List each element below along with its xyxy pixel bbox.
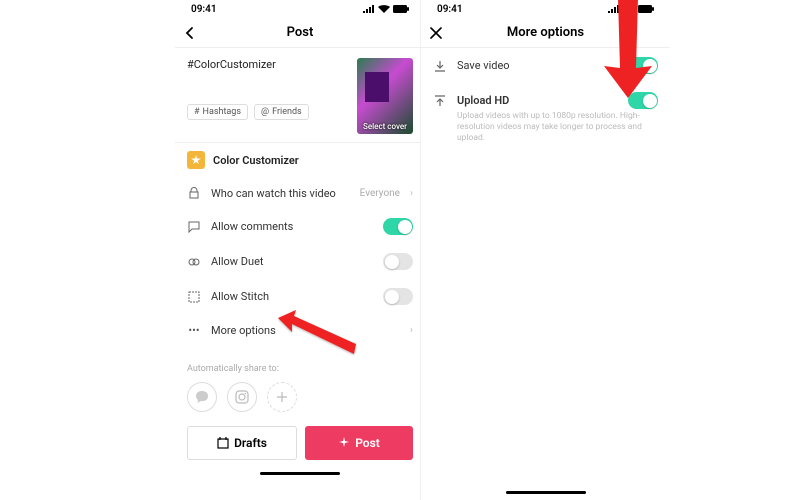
upload-icon: [433, 94, 447, 108]
comments-row: Allow comments: [175, 209, 425, 244]
effect-row[interactable]: Color Customizer: [175, 143, 425, 177]
duet-label: Allow Duet: [211, 255, 373, 268]
duet-row: Allow Duet: [175, 244, 425, 279]
battery-icon: [638, 5, 654, 13]
save-video-label: Save video: [457, 59, 618, 72]
post-screen: 09:41 Post #ColorCustomizer # Hashtags @…: [175, 0, 425, 500]
hashtags-chip[interactable]: # Hashtags: [187, 104, 248, 120]
upload-hd-row: Upload HD: [421, 83, 670, 111]
caption-input[interactable]: #ColorCustomizer: [187, 58, 349, 98]
upload-hd-toggle[interactable]: [628, 92, 658, 109]
signal-icon: [608, 5, 620, 13]
chevron-left-icon: [183, 26, 197, 40]
comments-toggle[interactable]: [383, 218, 413, 235]
effect-name: Color Customizer: [213, 154, 299, 167]
status-icons: [363, 5, 409, 13]
duet-icon: [187, 255, 201, 269]
drafts-icon: [217, 437, 229, 449]
comments-label: Allow comments: [211, 220, 373, 233]
select-cover-button[interactable]: Select cover: [357, 58, 413, 134]
more-options-row[interactable]: ••• More options ›: [175, 314, 425, 346]
upload-hd-description: Upload videos with up to 1080p resolutio…: [421, 111, 670, 152]
sparkle-icon: [338, 437, 350, 449]
privacy-value: Everyone: [360, 188, 400, 199]
share-instagram[interactable]: [227, 382, 257, 412]
signal-icon: [363, 5, 375, 13]
more-icon: •••: [187, 323, 201, 337]
duet-toggle[interactable]: [383, 253, 413, 270]
nav-bar: Post: [175, 18, 425, 48]
hashtags-chip-label: Hashtags: [203, 107, 241, 117]
share-section: Automatically share to:: [175, 346, 425, 420]
status-time: 09:41: [191, 4, 217, 15]
nav-bar: More options: [421, 18, 670, 48]
effect-icon: [187, 151, 205, 169]
hash-icon: #: [194, 107, 200, 117]
close-icon: [430, 27, 442, 39]
wifi-icon: [623, 5, 635, 13]
home-indicator: [506, 491, 586, 494]
friends-chip[interactable]: @ Friends: [254, 104, 309, 120]
at-icon: @: [261, 107, 269, 117]
status-bar: 09:41: [421, 0, 670, 18]
share-messages[interactable]: [187, 382, 217, 412]
lock-icon: [187, 186, 201, 200]
post-label: Post: [355, 436, 380, 450]
page-title: Post: [175, 25, 425, 40]
post-button[interactable]: Post: [305, 426, 413, 460]
friends-chip-label: Friends: [272, 107, 302, 117]
stitch-toggle[interactable]: [383, 288, 413, 305]
save-video-row: Save video: [421, 48, 670, 83]
home-indicator: [260, 472, 340, 475]
upload-hd-label: Upload HD: [457, 94, 618, 107]
back-button[interactable]: [175, 18, 205, 48]
share-label: Automatically share to:: [187, 364, 413, 374]
privacy-label: Who can watch this video: [211, 187, 350, 200]
status-bar: 09:41: [175, 0, 425, 18]
close-button[interactable]: [421, 18, 451, 48]
more-options-label: More options: [211, 324, 400, 337]
privacy-row[interactable]: Who can watch this video Everyone ›: [175, 177, 425, 209]
share-add[interactable]: [267, 382, 297, 412]
chevron-right-icon: ›: [410, 325, 413, 336]
stitch-label: Allow Stitch: [211, 290, 373, 303]
drafts-button[interactable]: Drafts: [187, 426, 297, 460]
status-icons: [608, 5, 654, 13]
status-time: 09:41: [437, 4, 463, 15]
stitch-row: Allow Stitch: [175, 279, 425, 314]
battery-icon: [393, 5, 409, 13]
instagram-icon: [235, 390, 249, 404]
stitch-icon: [187, 290, 201, 304]
drafts-label: Drafts: [234, 436, 267, 450]
plus-icon: [277, 392, 287, 402]
download-icon: [433, 59, 447, 73]
page-title: More options: [421, 25, 670, 40]
chat-bubble-icon: [195, 390, 209, 404]
bottom-buttons: Drafts Post: [175, 420, 425, 466]
wifi-icon: [378, 5, 390, 13]
compose-area: #ColorCustomizer # Hashtags @ Friends Se…: [175, 48, 425, 143]
save-video-toggle[interactable]: [628, 57, 658, 74]
cover-label: Select cover: [357, 122, 413, 131]
comment-icon: [187, 220, 201, 234]
more-options-screen: 09:41 More options Save video Upload HD …: [420, 0, 670, 500]
chevron-right-icon: ›: [410, 188, 413, 199]
